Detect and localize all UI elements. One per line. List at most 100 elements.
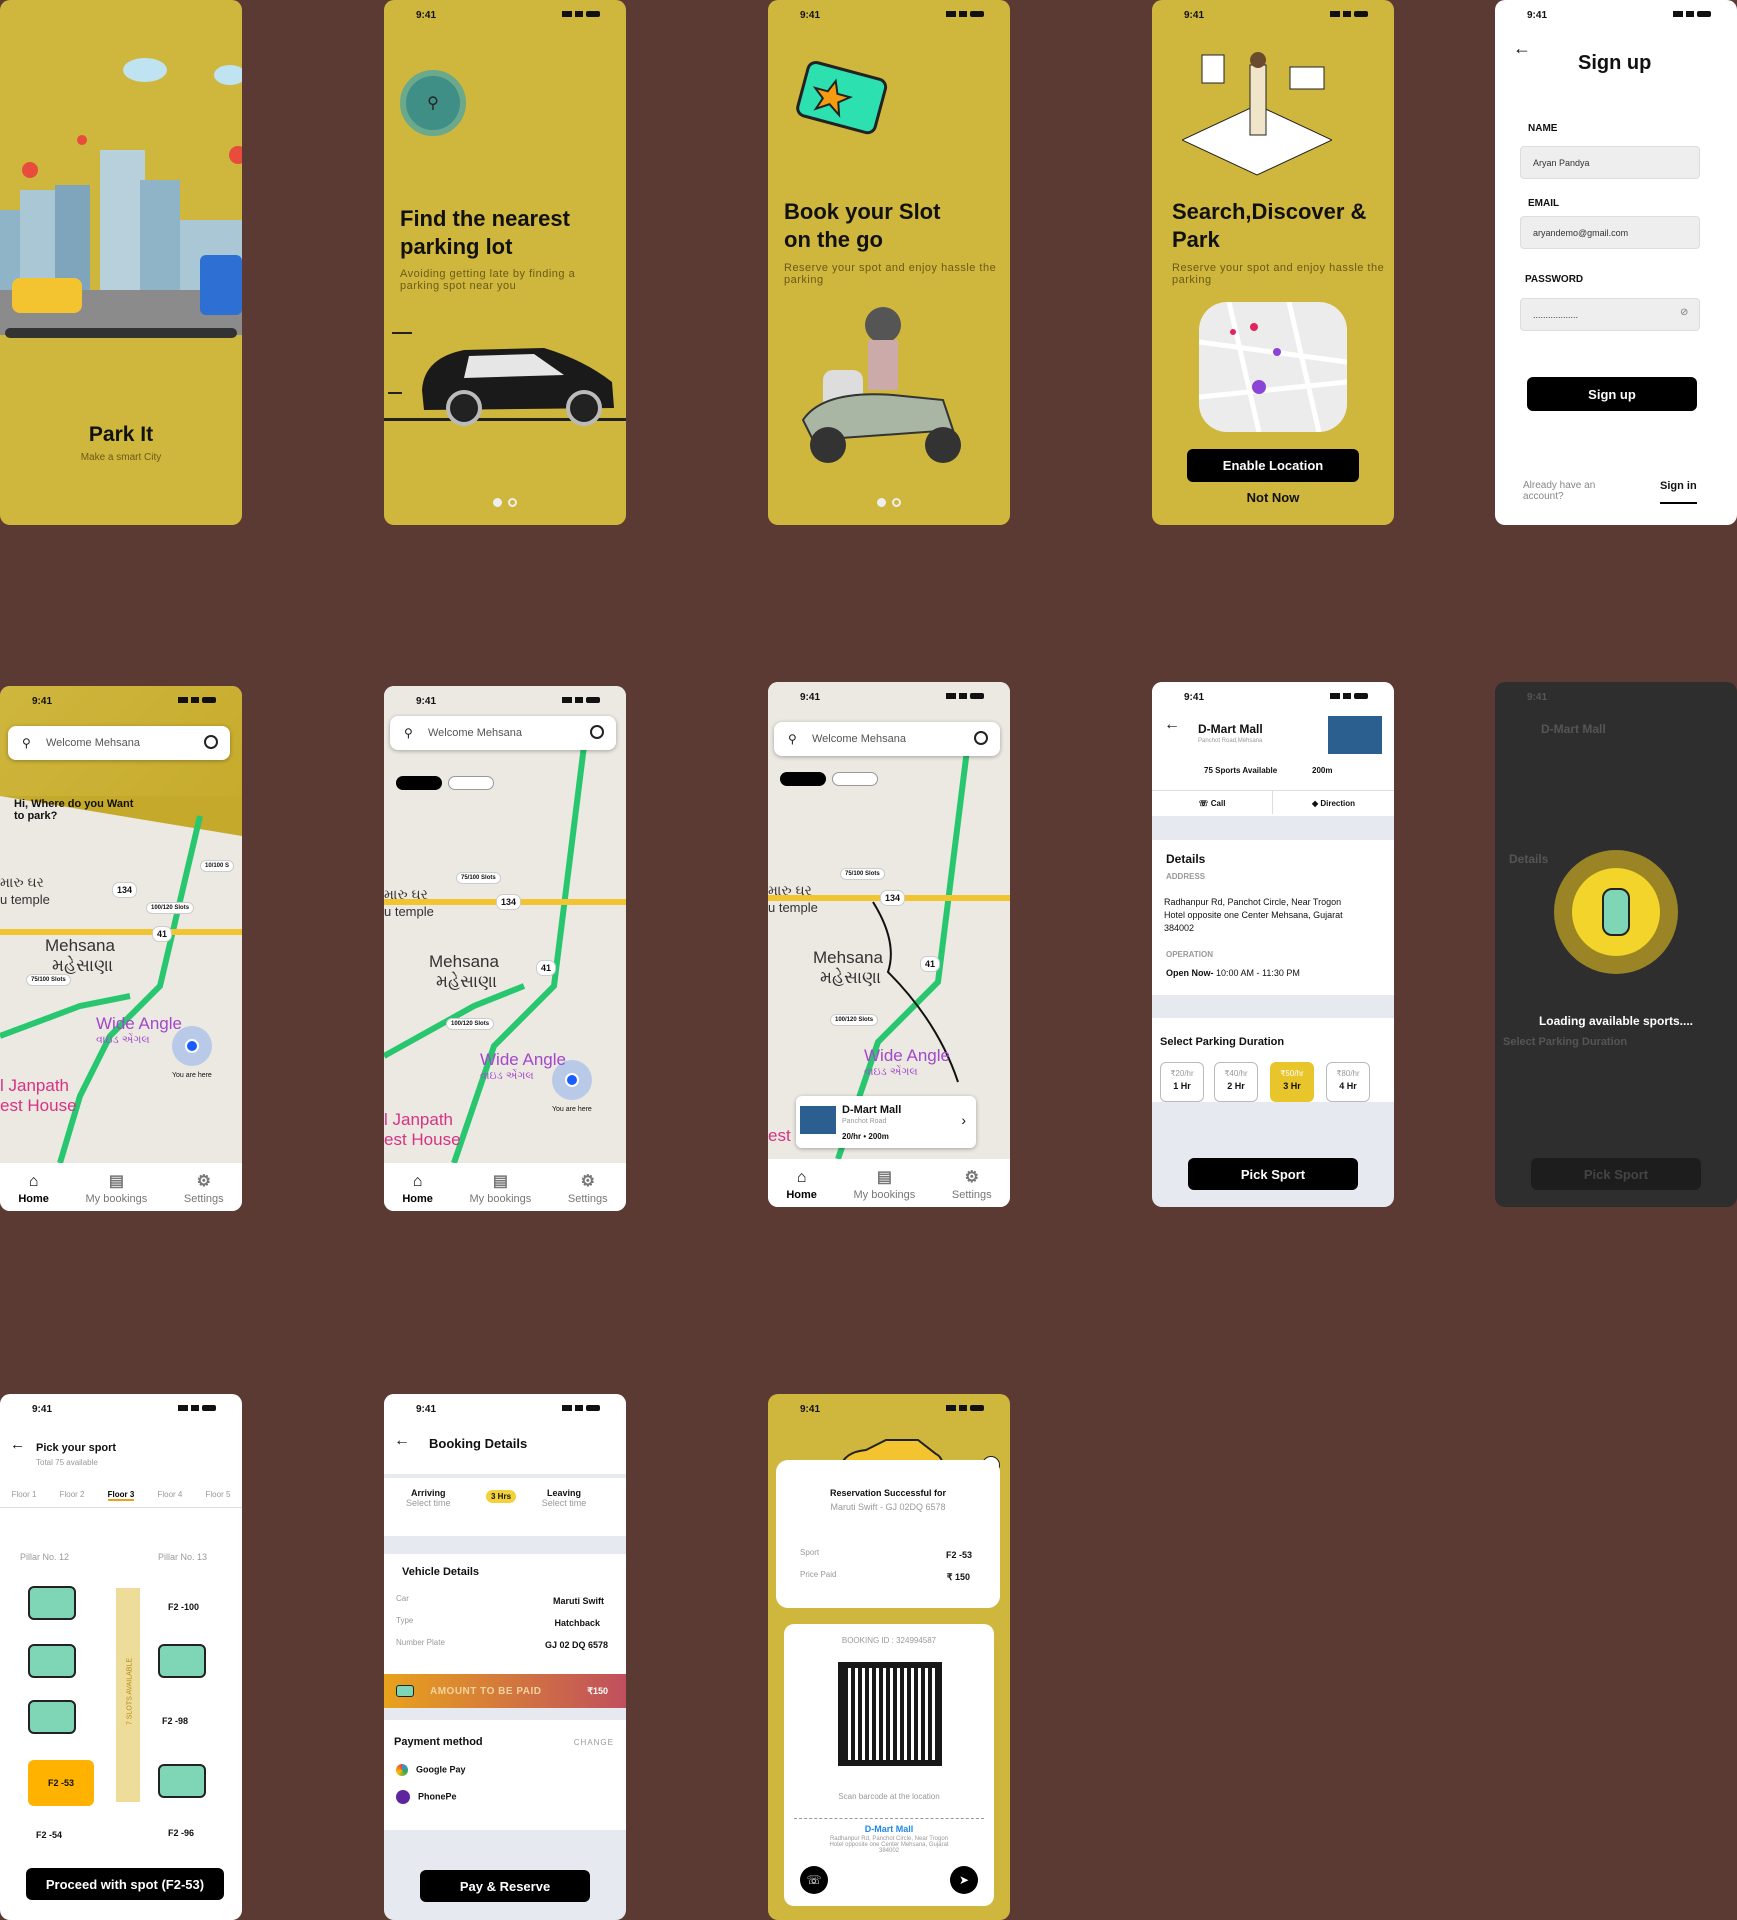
- duration-option-selected[interactable]: ₹50/hr 3 Hr: [1270, 1062, 1314, 1102]
- car-filter-chip[interactable]: [396, 776, 442, 790]
- navigate-icon[interactable]: ➤: [950, 1866, 978, 1894]
- bike-filter-chip[interactable]: [832, 772, 878, 786]
- nav-settings[interactable]: ⚙ Settings: [568, 1171, 608, 1205]
- nav-settings[interactable]: ⚙ Settings: [184, 1171, 224, 1205]
- city-label-gu: મહેસાણા: [52, 956, 114, 975]
- proceed-button[interactable]: Proceed with spot (F2-53): [26, 1868, 224, 1900]
- home-icon: ⌂: [412, 1173, 423, 1190]
- pay-reserve-button[interactable]: Pay & Reserve: [420, 1870, 590, 1902]
- not-now-button[interactable]: Not Now: [1152, 490, 1394, 505]
- enable-location-button[interactable]: Enable Location: [1187, 449, 1359, 482]
- duration-option[interactable]: ₹20/hr 1 Hr: [1160, 1062, 1204, 1102]
- available-label: 7 SLOTS AVAILABLE: [126, 1657, 134, 1726]
- nav-bookings[interactable]: ▤ My bookings: [854, 1167, 916, 1201]
- spot-slot-selected[interactable]: F2 -53: [28, 1760, 94, 1806]
- tab-floor-4[interactable]: Floor 4: [157, 1490, 182, 1501]
- ticket-icon: [396, 1685, 414, 1697]
- duration-option[interactable]: ₹80/hr 4 Hr: [1326, 1062, 1370, 1102]
- scooter-illustration: [801, 307, 961, 463]
- page-dots: [877, 498, 901, 507]
- onboarding-find-screen: 9:41 ⚲ Find the nearest parking lot Avoi…: [384, 0, 626, 525]
- search-bar[interactable]: ⚲ Welcome Mehsana: [8, 726, 230, 760]
- signup-button[interactable]: Sign up: [1527, 377, 1697, 411]
- arriving-picker[interactable]: Arriving Select time: [406, 1488, 451, 1508]
- pick-sport-button: Pick Sport: [1531, 1158, 1701, 1190]
- slots-pin[interactable]: 75/100 Slots: [840, 868, 885, 880]
- nav-bookings[interactable]: ▤ My bookings: [470, 1171, 532, 1205]
- page-title: Sign up: [1578, 52, 1652, 74]
- nav-home[interactable]: ⌂ Home: [18, 1173, 49, 1205]
- locate-icon[interactable]: [974, 731, 988, 745]
- you-are-here-label: You are here: [552, 1106, 592, 1113]
- name-label: NAME: [1528, 123, 1558, 134]
- eye-off-icon[interactable]: ⊘: [1680, 307, 1688, 318]
- phonepe-icon: [396, 1790, 410, 1804]
- place-label: Wide Angle: [864, 1046, 950, 1065]
- nav-settings[interactable]: ⚙ Settings: [952, 1167, 992, 1201]
- success-title: Reservation Successful for: [829, 1488, 947, 1498]
- status-bar: 9:41: [768, 10, 1010, 22]
- details-heading: Details: [1166, 852, 1206, 866]
- spot-slot[interactable]: F2 -98: [162, 1716, 188, 1726]
- map-view[interactable]: 10/100 S 100/120 Slots 75/100 Slots મારુ…: [0, 796, 242, 1163]
- direction-button[interactable]: ◆ Direction: [1272, 790, 1394, 814]
- mall-name: D-Mart Mall: [1198, 722, 1263, 736]
- pick-sport-button[interactable]: Pick Sport: [1188, 1158, 1358, 1190]
- tab-floor-5[interactable]: Floor 5: [206, 1490, 231, 1501]
- phone-icon[interactable]: ☏: [800, 1866, 828, 1894]
- locate-icon[interactable]: [590, 725, 604, 739]
- back-arrow-icon[interactable]: ←: [1513, 38, 1531, 59]
- spot-slot[interactable]: F2 -54: [36, 1830, 62, 1840]
- phonepe-option[interactable]: PhonePe: [396, 1790, 457, 1804]
- nav-home[interactable]: ⌂ Home: [402, 1173, 433, 1205]
- result-card[interactable]: D-Mart Mall Panchot Road 20/hr • 200m ›: [796, 1096, 976, 1148]
- status-bar: 9:41: [384, 10, 626, 22]
- signin-link[interactable]: Sign in: [1660, 480, 1697, 504]
- reservation-success-screen: 9:41 × Reservation Successful for Maruti…: [768, 1394, 1010, 1920]
- search-bar[interactable]: ⚲ Welcome Mehsana: [774, 722, 1000, 756]
- slots-pin[interactable]: 100/120 Slots: [446, 1018, 495, 1030]
- search-bar[interactable]: ⚲ Welcome Mehsana: [390, 716, 616, 750]
- google-pay-option[interactable]: Google Pay: [396, 1764, 466, 1776]
- plate-value: GJ 02 DQ 6578: [544, 1640, 608, 1650]
- call-button[interactable]: ☏ Call: [1152, 790, 1272, 814]
- signup-screen: 9:41 ← Sign up NAME Aryan Pandya EMAIL a…: [1495, 0, 1737, 525]
- duration-heading: Select Parking Duration: [1503, 1036, 1628, 1048]
- map-view[interactable]: 75/100 Slots 100/120 Slots 134 41 મારુ ઘ…: [384, 686, 626, 1163]
- back-arrow-icon[interactable]: ←: [1164, 716, 1180, 734]
- slots-pin[interactable]: 100/120 Slots: [146, 902, 195, 914]
- back-arrow-icon[interactable]: ←: [394, 1432, 410, 1450]
- home-icon: ⌂: [796, 1169, 807, 1186]
- slots-pin[interactable]: 75/100 Slots: [456, 872, 501, 884]
- road-badge: 41: [920, 956, 941, 972]
- chevron-right-icon[interactable]: ›: [961, 1112, 966, 1128]
- leaving-picker[interactable]: Leaving Select time: [509, 1488, 619, 1508]
- slots-pin[interactable]: 100/120 Slots: [830, 1014, 879, 1026]
- home-icon: ⌂: [28, 1173, 39, 1190]
- email-field[interactable]: aryandemo@gmail.com: [1520, 216, 1700, 249]
- car-label: Car: [396, 1594, 409, 1603]
- back-arrow-icon[interactable]: ←: [10, 1436, 25, 1453]
- mall-address: Radhanpur Rd, Panchot Circle, Near Trogo…: [829, 1836, 949, 1854]
- tab-floor-1[interactable]: Floor 1: [12, 1490, 37, 1501]
- occupied-car: [28, 1700, 76, 1734]
- booking-details-screen: 9:41 ← Booking Details Arriving Select ti…: [384, 1394, 626, 1920]
- tab-floor-3[interactable]: Floor 3: [107, 1490, 135, 1501]
- duration-option[interactable]: ₹40/hr 2 Hr: [1214, 1062, 1258, 1102]
- ticket-icon: ▤: [876, 1169, 892, 1186]
- password-field[interactable]: ..................: [1520, 298, 1700, 331]
- bike-filter-chip[interactable]: [448, 776, 494, 790]
- nav-home[interactable]: ⌂ Home: [786, 1169, 817, 1201]
- road-badge: 134: [112, 882, 138, 898]
- status-bar: 9:41: [0, 1404, 242, 1416]
- name-field[interactable]: Aryan Pandya: [1520, 146, 1700, 179]
- slots-pin[interactable]: 10/100 S: [200, 860, 235, 872]
- spot-slot[interactable]: F2 -96: [168, 1828, 194, 1838]
- car-filter-chip[interactable]: [780, 772, 826, 786]
- tab-floor-2[interactable]: Floor 2: [60, 1490, 85, 1501]
- spot-slot[interactable]: F2 -100: [168, 1602, 199, 1612]
- change-link[interactable]: CHANGE: [574, 1738, 614, 1747]
- nav-bookings[interactable]: ▤ My bookings: [86, 1171, 148, 1205]
- locate-icon[interactable]: [204, 735, 218, 749]
- price-value: ₹ 150: [946, 1572, 970, 1582]
